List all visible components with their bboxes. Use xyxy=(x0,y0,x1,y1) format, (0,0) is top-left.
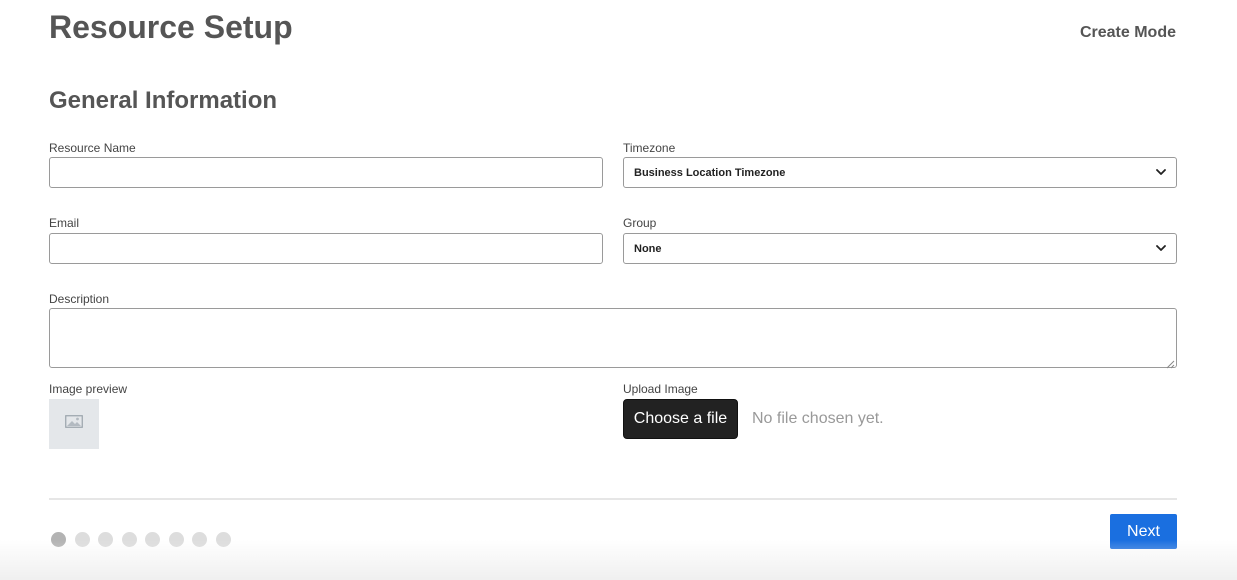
choose-file-button[interactable]: Choose a file xyxy=(623,399,738,439)
step-dot-5 xyxy=(145,532,160,547)
description-label: Description xyxy=(49,292,110,306)
resource-name-label: Resource Name xyxy=(49,141,136,155)
step-indicator xyxy=(51,532,231,547)
chevron-down-icon xyxy=(1156,244,1166,254)
email-label: Email xyxy=(49,216,80,230)
email-input[interactable] xyxy=(49,233,603,264)
step-dot-8 xyxy=(215,532,231,547)
section-title: General Information xyxy=(49,87,278,114)
mode-label: Create Mode xyxy=(1079,24,1176,41)
step-dot-1 xyxy=(51,532,66,547)
resource-name-input[interactable] xyxy=(49,157,603,188)
page-title: Resource Setup xyxy=(49,9,293,45)
resource-setup-page: Resource Setup Create Mode General Infor… xyxy=(0,0,1237,580)
image-placeholder-icon xyxy=(65,415,83,433)
step-dot-2 xyxy=(74,532,90,547)
image-preview-label: Image preview xyxy=(49,382,128,396)
step-dot-3 xyxy=(98,532,113,547)
group-label: Group xyxy=(623,216,657,230)
file-status-text: No file chosen yet. xyxy=(752,410,884,427)
next-button[interactable]: Next xyxy=(1110,514,1177,549)
timezone-label: Timezone xyxy=(623,141,676,155)
resize-handle-icon[interactable] xyxy=(1166,356,1175,369)
step-dot-7 xyxy=(192,532,207,547)
group-select[interactable]: None xyxy=(623,233,1177,264)
group-selected-value: None xyxy=(634,242,662,255)
image-preview xyxy=(49,399,99,449)
step-dot-4 xyxy=(121,532,137,547)
divider xyxy=(49,498,1177,500)
upload-image-label: Upload Image xyxy=(623,382,698,396)
timezone-select[interactable]: Business Location Timezone xyxy=(623,157,1177,188)
step-dot-6 xyxy=(168,532,184,547)
chevron-down-icon xyxy=(1156,168,1166,178)
description-textarea[interactable] xyxy=(49,308,1177,368)
timezone-selected-value: Business Location Timezone xyxy=(634,166,786,179)
